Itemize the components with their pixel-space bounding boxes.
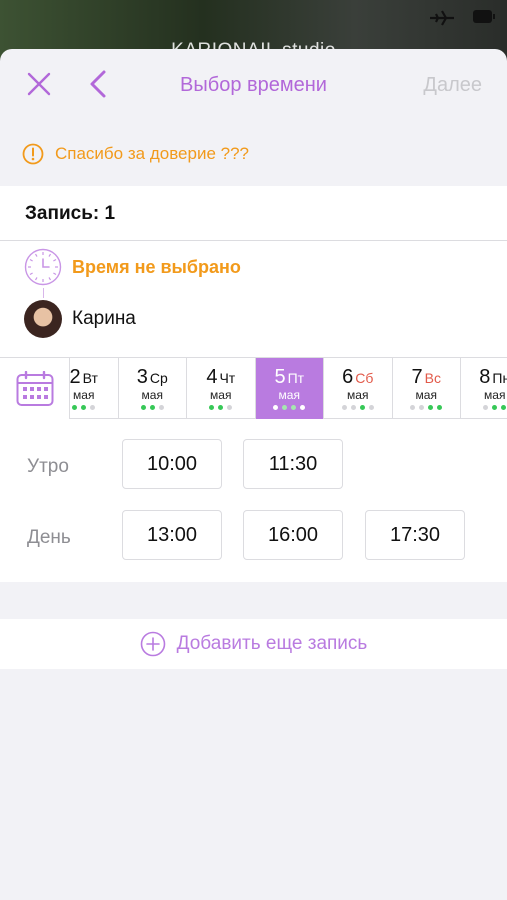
day-month: мая [141, 388, 163, 402]
day-header: 4 Чт [187, 366, 255, 389]
availability-dots [187, 405, 255, 410]
available-dot [81, 405, 87, 410]
morning-label: Утро [27, 456, 69, 477]
booking-count-title: Запись: 1 [25, 203, 116, 224]
day-strip: 2 Вт мая 3 Ср мая 4 Чт мая 5 Пт мая 6 Сб мая 7 Вс мая 8 Пн м… [0, 357, 507, 419]
unavailable-dot [273, 405, 279, 410]
master-row[interactable]: Карина [24, 300, 136, 338]
available-dot [359, 405, 365, 410]
add-booking-button[interactable]: Добавить еще запись [0, 619, 507, 669]
day-month: мая [210, 388, 232, 402]
warning-circle-icon [22, 143, 44, 165]
unavailable-dot [90, 405, 96, 410]
available-dot [209, 405, 215, 410]
day-label: День [27, 527, 71, 548]
time-status-text: Время не выбрано [72, 256, 241, 277]
available-dot [291, 405, 297, 410]
availability-dots [256, 405, 324, 410]
time-slot-day-2[interactable]: 16:00 [243, 510, 343, 560]
add-booking-label: Добавить еще запись [176, 633, 368, 654]
unavailable-dot [419, 405, 425, 410]
battery-icon [473, 10, 495, 23]
availability-dots [119, 405, 187, 410]
day-weekday: Ср [149, 370, 168, 386]
day-number: 8 [479, 366, 491, 388]
availability-dots [324, 405, 392, 410]
available-dot [149, 405, 155, 410]
time-selection-row[interactable]: Время не выбрано [24, 248, 241, 286]
available-dot [437, 405, 443, 410]
day-month: мая [484, 388, 506, 402]
day-weekday: Пт [287, 370, 305, 386]
available-dot [428, 405, 434, 410]
plus-circle-icon [140, 631, 165, 657]
unavailable-dot [341, 405, 347, 410]
day-number: 3 [136, 366, 148, 388]
unavailable-dot [483, 405, 489, 410]
day-number: 4 [206, 366, 218, 388]
unavailable-dot [368, 405, 374, 410]
day-number: 6 [342, 366, 354, 388]
day-weekday: Вт [82, 370, 98, 386]
unavailable-dot [227, 405, 233, 410]
day-number: 7 [411, 366, 423, 388]
unavailable-dot [410, 405, 416, 410]
time-slot-morning-2[interactable]: 11:30 [243, 439, 343, 489]
day-header: 6 Сб [324, 366, 392, 389]
calendar-button[interactable] [0, 358, 70, 419]
day-header: 7 Вс [393, 366, 461, 389]
time-slot-day-1[interactable]: 13:00 [122, 510, 222, 560]
available-dot [501, 405, 507, 410]
avatar [24, 300, 62, 338]
day-header: 3 Ср [119, 366, 187, 389]
available-dot [218, 405, 224, 410]
day-cell-4[interactable]: 4 Чт мая [187, 358, 256, 419]
next-button[interactable]: Далее [423, 74, 482, 97]
master-name: Карина [72, 308, 136, 329]
day-number: 2 [69, 366, 81, 388]
day-cell-5[interactable]: 5 Пт мая [255, 358, 324, 419]
day-cell-8[interactable]: 8 Пн мая [461, 358, 507, 419]
notice-text: Спасибо за доверие ??? [55, 144, 249, 163]
available-dot [140, 405, 146, 410]
day-weekday: Сб [355, 370, 374, 386]
notice-banner: Спасибо за доверие ??? [22, 142, 249, 166]
connector-line [43, 288, 44, 298]
airplane-mode-icon [430, 10, 454, 26]
clock-icon [24, 248, 62, 286]
day-number: 5 [274, 366, 286, 388]
day-weekday: Вс [424, 370, 441, 386]
divider [0, 240, 507, 241]
calendar-icon [16, 370, 53, 406]
available-dot [282, 405, 288, 410]
navigation-bar: Выбор времени Далее [0, 49, 507, 119]
day-month: мая [415, 388, 437, 402]
day-cell-3[interactable]: 3 Ср мая [119, 358, 187, 419]
day-month: мая [347, 388, 369, 402]
day-month: мая [278, 388, 300, 402]
booking-sheet: Выбор времени Далее Спасибо за доверие ?… [0, 49, 507, 900]
time-slot-morning-1[interactable]: 10:00 [122, 439, 222, 489]
unavailable-dot [300, 405, 306, 410]
availability-dots [393, 405, 461, 410]
unavailable-dot [350, 405, 356, 410]
unavailable-dot [158, 405, 164, 410]
day-list: 2 Вт мая 3 Ср мая 4 Чт мая 5 Пт мая 6 Сб мая 7 Вс мая 8 Пн м… [50, 358, 507, 419]
time-slot-day-3[interactable]: 17:30 [365, 510, 465, 560]
day-cell-7[interactable]: 7 Вс мая [393, 358, 461, 419]
booking-card: Запись: 1 Время не выбрано Карина 2 Вт мая… [0, 186, 507, 582]
day-header: 8 Пн [461, 366, 507, 389]
available-dot [72, 405, 78, 410]
day-weekday: Чт [219, 370, 236, 386]
day-header: 5 Пт [256, 366, 324, 389]
available-dot [492, 405, 498, 410]
availability-dots [461, 405, 507, 410]
day-cell-6[interactable]: 6 Сб мая [324, 358, 393, 419]
day-weekday: Пн [492, 370, 507, 386]
